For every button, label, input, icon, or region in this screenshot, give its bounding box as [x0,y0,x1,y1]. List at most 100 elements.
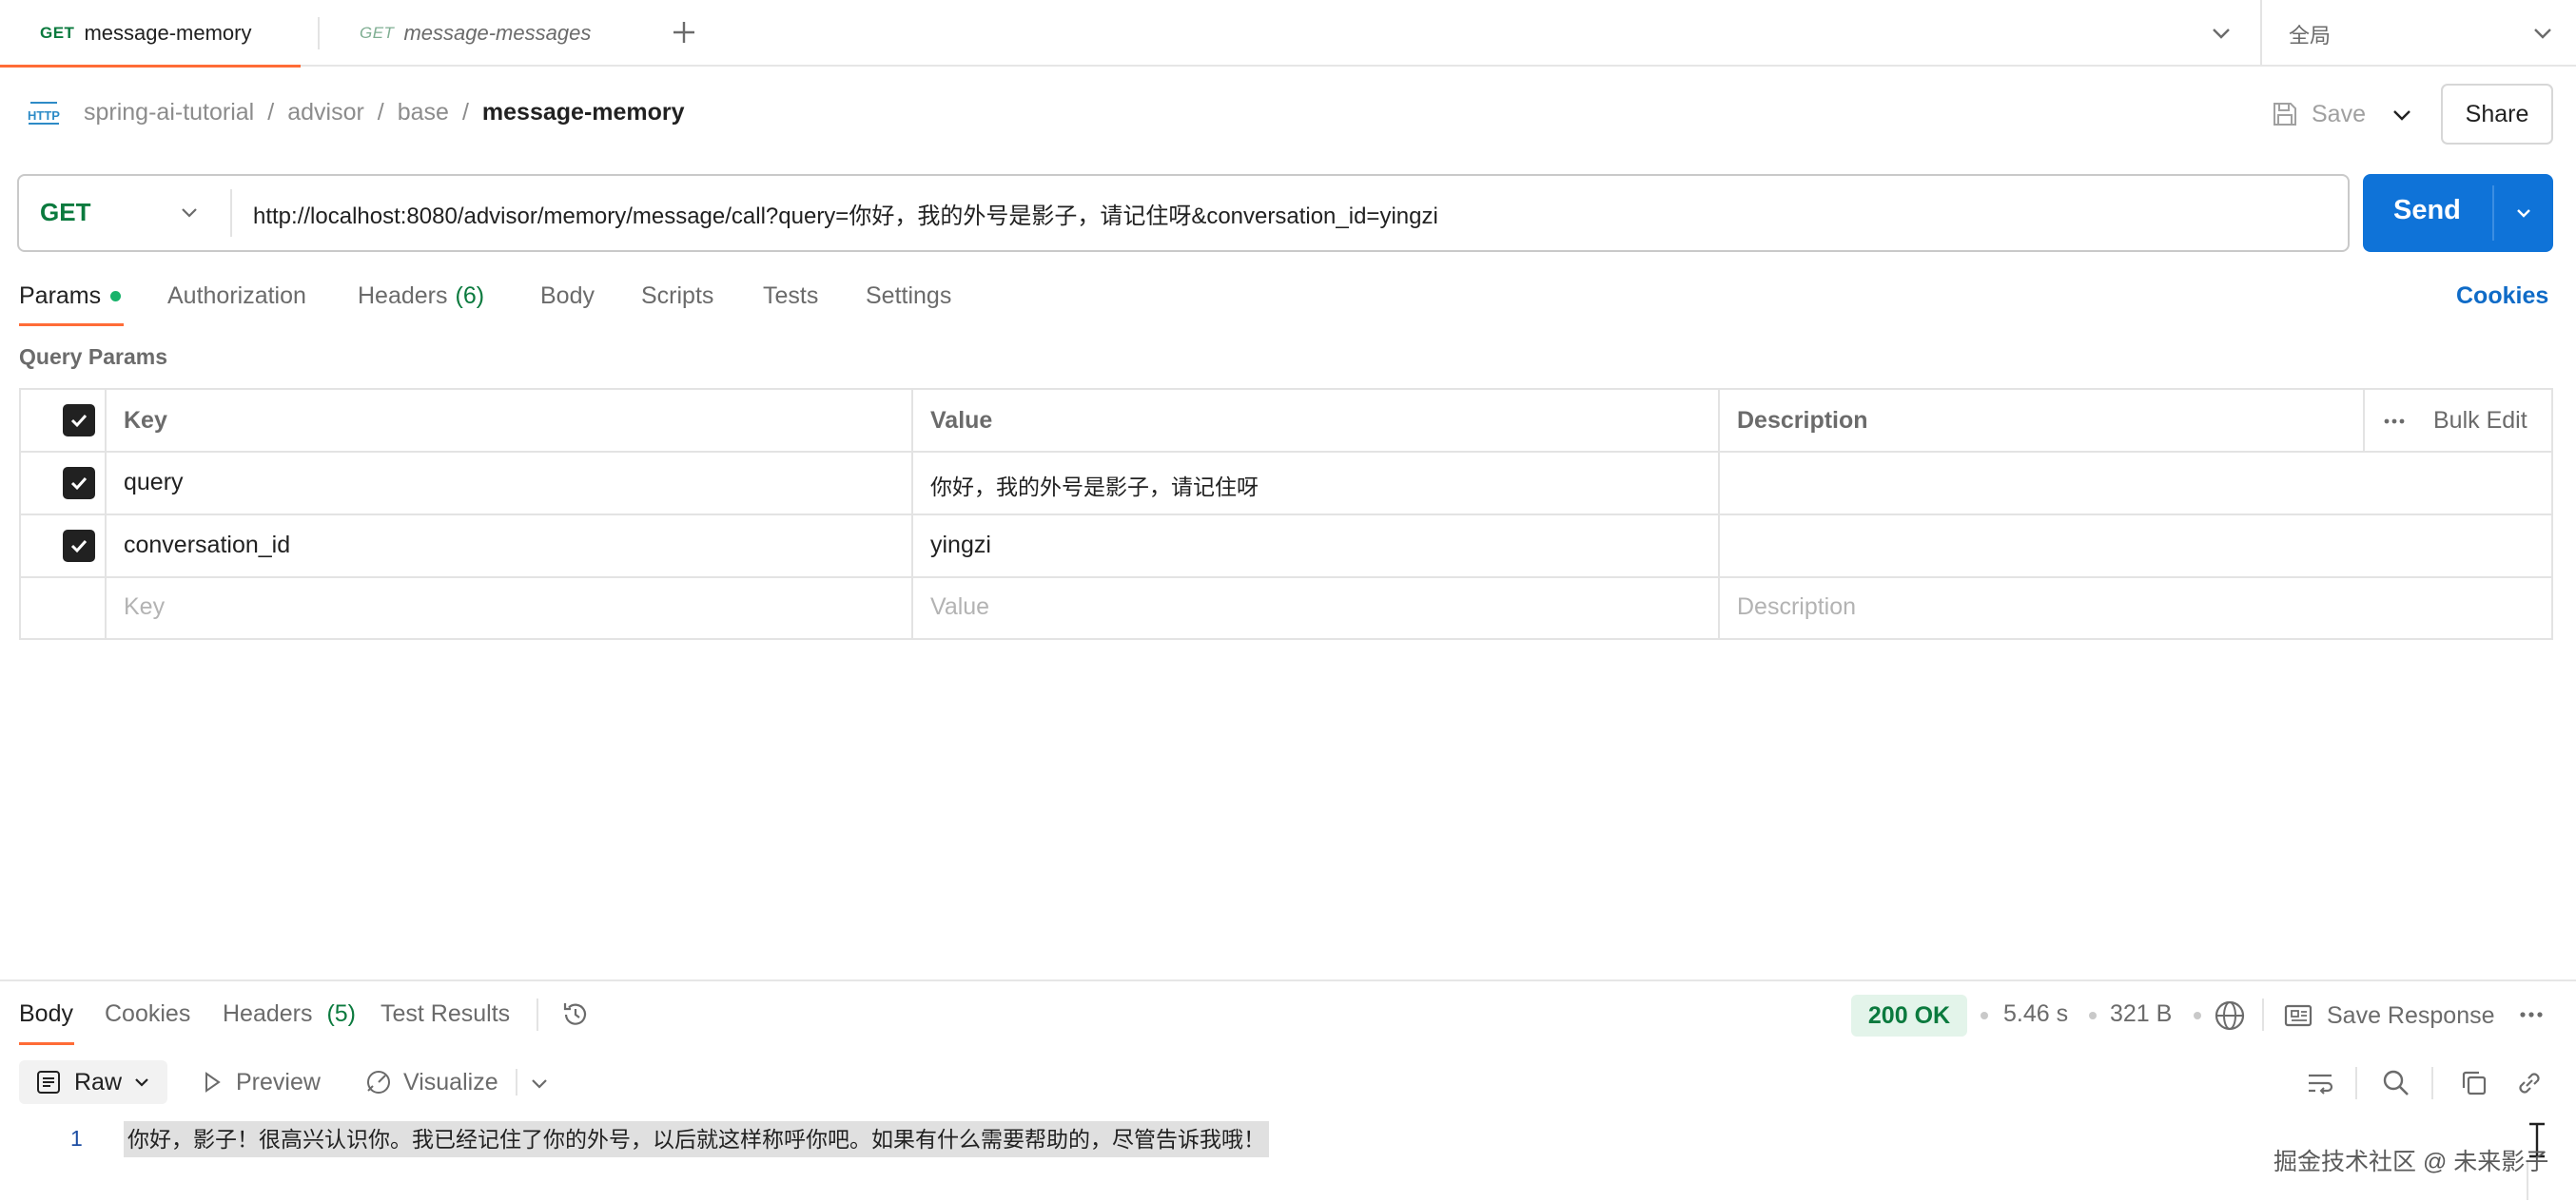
format-select[interactable]: Raw [19,1060,167,1104]
breadcrumb-folder-base[interactable]: base [398,99,449,126]
save-options-chevron-icon[interactable] [2386,99,2418,131]
response-body-line[interactable]: 你好，影子！很高兴认识你。我已经记住了你的外号，以后就这样称呼你吧。如果有什么需… [124,1121,1269,1157]
save-response-label: Save Response [2327,1001,2495,1029]
query-params-heading: Query Params [19,344,167,369]
tab-method: GET [360,24,395,42]
toolbar-divider [2431,1067,2433,1099]
response-tab-test-results[interactable]: Test Results [381,1000,510,1028]
tabs-dropdown-chevron-icon[interactable] [2207,19,2235,48]
response-time[interactable]: 5.46 s [2003,1000,2068,1028]
visualize-divider [516,1069,517,1095]
response-body-tab-indicator [19,1042,74,1045]
tab-method: GET [40,24,75,42]
bulk-edit-button[interactable]: Bulk Edit [2433,407,2527,435]
status-badge[interactable]: 200 OK [1851,995,1967,1037]
cookies-link[interactable]: Cookies [2456,276,2548,316]
toolbar-divider [2355,1067,2357,1099]
tab-authorization[interactable]: Authorization [167,276,306,316]
response-panel: Body Cookies Headers (5) Test Results 20… [0,979,2576,1202]
column-header-value: Value [930,407,993,434]
query-params-table: Key Value Description Bulk Edit query 你好… [19,388,2553,640]
tab-scripts[interactable]: Scripts [641,276,713,316]
response-headers-label: Headers [223,1000,313,1027]
breadcrumb: spring-ai-tutorial / advisor / base / me… [84,99,685,126]
visualize-icon [367,1071,390,1094]
param-value-cell[interactable]: 你好，我的外号是影子，请记住呀 [930,469,1259,501]
new-param-row: Key Value Description [21,578,2551,638]
select-all-checkbox[interactable] [63,404,95,436]
save-response-button[interactable]: Save Response [2281,995,2509,1037]
breadcrumb-separator: / [377,99,384,126]
response-size[interactable]: 321 B [2110,1000,2172,1028]
page-title[interactable]: message-memory [482,99,685,126]
column-header-description: Description [1737,407,1868,434]
save-icon [2274,103,2296,126]
status-divider [2262,998,2264,1031]
tab-message-messages[interactable]: GET message-messages [360,0,591,67]
tab-headers-label: Headers [358,281,448,309]
tab-body[interactable]: Body [540,276,595,316]
line-number: 1 [70,1126,83,1151]
param-key-cell[interactable]: query [124,469,184,496]
new-description-input[interactable]: Description [1737,593,1856,621]
response-headers-count: (5) [326,1000,357,1027]
param-key-cell[interactable]: conversation_id [124,532,290,559]
tab-headers[interactable]: Headers (6) [358,276,484,316]
visualize-chevron-icon[interactable] [525,1069,554,1097]
globe-icon[interactable] [2213,998,2247,1033]
share-button[interactable]: Share [2441,84,2553,145]
url-input[interactable]: http://localhost:8080/advisor/memory/mes… [253,197,1438,230]
tab-message-memory[interactable]: GET message-memory [40,0,252,67]
new-key-input[interactable]: Key [124,593,165,621]
new-value-input[interactable]: Value [930,593,989,621]
tabs-divider [537,998,538,1031]
row-checkbox[interactable] [63,467,95,499]
history-icon[interactable] [559,998,592,1031]
save-button[interactable]: Save [2270,95,2371,133]
tab-tests[interactable]: Tests [763,276,818,316]
search-icon[interactable] [2380,1067,2412,1099]
environment-selector[interactable]: 全局 [2262,0,2576,65]
method-select[interactable]: GET [19,176,230,250]
visualize-button[interactable]: Visualize [363,1065,498,1099]
tab-params[interactable]: Params [19,276,122,316]
preview-label: Preview [236,1068,321,1095]
http-request-icon: HTTP [25,95,63,133]
method-value: GET [40,198,91,226]
tab-params-label: Params [19,281,102,309]
copy-icon[interactable] [2458,1067,2490,1099]
separator-dot [2194,1012,2201,1019]
separator-dot [1981,1012,1988,1019]
response-tab-body[interactable]: Body [19,1000,73,1028]
active-tab-indicator [0,65,301,68]
param-value-cell[interactable]: yingzi [930,532,991,559]
new-tab-icon[interactable] [668,16,700,48]
request-url-bar: GET http://localhost:8080/advisor/memory… [17,174,2350,252]
checkmark-icon [70,539,88,553]
send-button[interactable]: Send [2363,174,2553,252]
breadcrumb-folder-advisor[interactable]: advisor [287,99,364,126]
method-chevron-icon [173,197,205,229]
raw-format-icon [37,1071,60,1094]
separator-dot [2089,1012,2097,1019]
tab-divider [318,17,320,49]
visualize-label: Visualize [403,1068,498,1095]
send-options-chevron-icon[interactable] [2508,197,2540,229]
breadcrumb-collection[interactable]: spring-ai-tutorial [84,99,254,126]
preview-button[interactable]: Preview [198,1065,321,1099]
checkmark-icon [70,414,88,428]
share-label: Share [2465,100,2529,127]
response-more-icon[interactable] [2515,998,2547,1031]
wrap-lines-icon[interactable] [2304,1067,2336,1099]
params-tab-indicator [19,323,124,326]
tab-label: message-memory [84,21,252,45]
link-icon[interactable] [2513,1067,2546,1099]
more-options-icon[interactable] [2380,407,2409,436]
table-row: conversation_id yingzi [21,515,2551,576]
response-tab-cookies[interactable]: Cookies [105,1000,190,1028]
response-tab-headers[interactable]: Headers (5) [223,1000,356,1028]
tab-settings[interactable]: Settings [866,276,951,316]
row-checkbox[interactable] [63,530,95,562]
breadcrumb-separator: / [461,99,469,126]
send-divider [2492,185,2494,241]
